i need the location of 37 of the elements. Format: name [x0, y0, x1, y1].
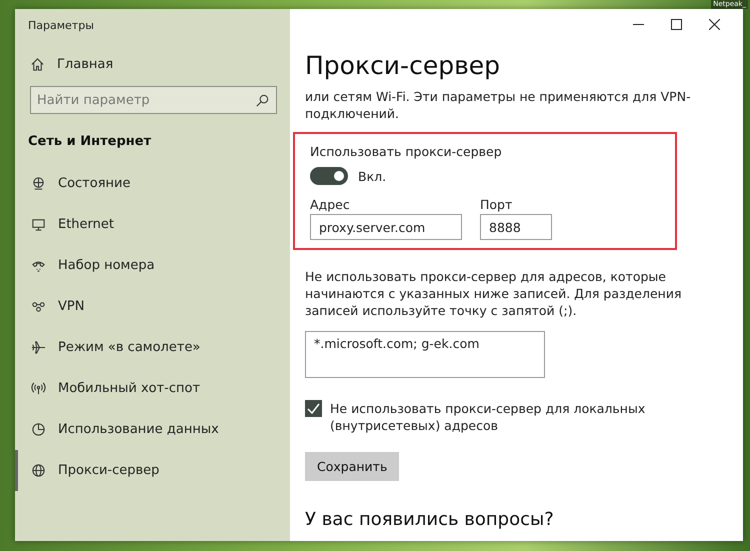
sidebar-item[interactable]: VPN: [15, 286, 290, 327]
setting-label: Использовать прокси-сервер: [310, 144, 503, 159]
home-link[interactable]: Главная: [57, 57, 114, 72]
exceptions-text: Не использовать прокси-сервер для адресов, которые начинаются с указанных ниже записей. Для разделения записей используйте точку с запятой (;).: [305, 268, 682, 319]
field-label: Адрес: [310, 197, 351, 212]
globe-monitor-icon: [31, 176, 46, 191]
port-field[interactable]: 8888: [480, 214, 552, 240]
sidebar-item[interactable]: Режим «в самолете»: [15, 327, 290, 368]
exceptions-field[interactable]: *.microsoft.com; g-ek.com: [305, 331, 545, 378]
sidebar-item[interactable]: Состояние: [15, 163, 290, 204]
section-heading: Сеть и Интернет: [27, 133, 152, 149]
globe-icon: [31, 463, 46, 478]
maximize-icon: [670, 18, 682, 30]
close-icon: [708, 18, 720, 30]
home-icon: [30, 57, 45, 72]
sidebar-item[interactable]: Ethernet: [15, 204, 290, 245]
address-field[interactable]: proxy.server.com: [310, 214, 462, 240]
pie-chart-icon: [31, 422, 46, 437]
search-icon: [255, 93, 270, 108]
airplane-icon: [31, 340, 46, 355]
checkbox[interactable]: [305, 400, 322, 417]
help-heading: У вас появились вопросы?: [305, 509, 555, 530]
sidebar-item[interactable]: Использование данных: [15, 409, 290, 450]
intro-text: или сетям Wi-Fi. Эти параметры не применяются для VPN-подключений.: [305, 88, 692, 122]
proxy-toggle[interactable]: [310, 167, 348, 185]
toggle-state: Вкл.: [358, 168, 386, 184]
save-button[interactable]: Сохранить: [305, 452, 400, 481]
window-title: Параметры: [27, 18, 95, 34]
hotspot-icon: [31, 381, 46, 396]
search-field[interactable]: Найти параметр: [30, 86, 277, 114]
page-title: Прокси-сервер: [305, 51, 502, 80]
sidebar-item[interactable]: Мобильный хот-спот: [15, 368, 290, 409]
field-label: Порт: [480, 197, 514, 212]
checkbox-label: Не использовать прокси-сервер для локальных (внутрисетевых) адресов: [330, 400, 646, 434]
vpn-icon: [31, 299, 46, 314]
sidebar-item[interactable]: Набор номера: [15, 245, 290, 286]
monitor-icon: [31, 217, 46, 232]
